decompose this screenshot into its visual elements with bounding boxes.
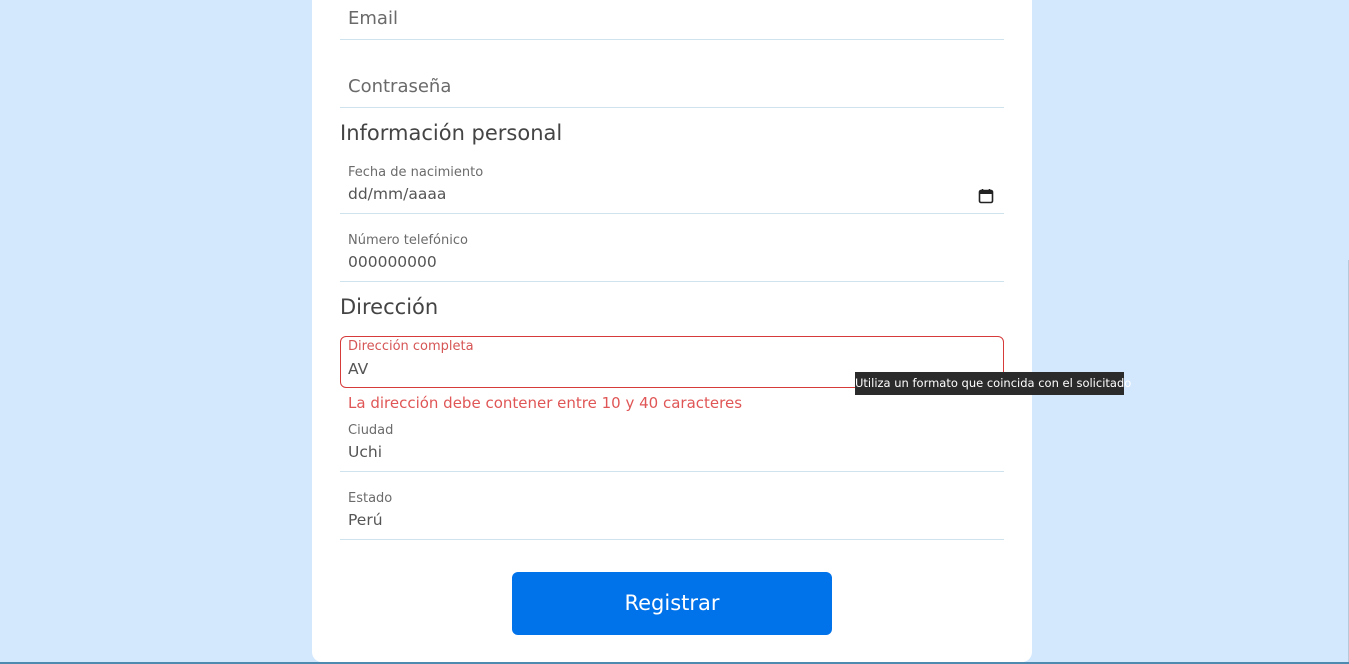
- address-error-message: La dirección debe contener entre 10 y 40…: [348, 394, 743, 412]
- email-placeholder: Email: [348, 8, 398, 29]
- birthdate-value: dd/mm/aaaa: [348, 185, 447, 203]
- full-address-value: AV: [348, 360, 369, 378]
- phone-value: 000000000: [348, 253, 437, 271]
- password-field[interactable]: Contraseña: [340, 68, 1004, 108]
- validation-tooltip: Utiliza un formato que coincida con el s…: [855, 372, 1131, 395]
- email-field[interactable]: Email: [340, 0, 1004, 40]
- personal-info-heading: Información personal: [340, 121, 563, 145]
- password-placeholder: Contraseña: [348, 76, 452, 97]
- state-value: Perú: [348, 511, 383, 529]
- city-field[interactable]: Ciudad Uchi: [340, 418, 1004, 472]
- phone-field[interactable]: Número telefónico 000000000: [340, 228, 1004, 282]
- state-label: Estado: [348, 491, 393, 506]
- phone-label: Número telefónico: [348, 233, 468, 248]
- city-value: Uchi: [348, 443, 382, 461]
- calendar-icon[interactable]: [978, 188, 994, 204]
- birthdate-field[interactable]: Fecha de nacimiento dd/mm/aaaa: [340, 160, 1004, 214]
- birthdate-label: Fecha de nacimiento: [348, 165, 484, 180]
- full-address-label: Dirección completa: [348, 339, 474, 354]
- city-label: Ciudad: [348, 423, 394, 438]
- state-field[interactable]: Estado Perú: [340, 486, 1004, 540]
- address-heading: Dirección: [340, 295, 439, 319]
- register-button[interactable]: Registrar: [512, 572, 832, 635]
